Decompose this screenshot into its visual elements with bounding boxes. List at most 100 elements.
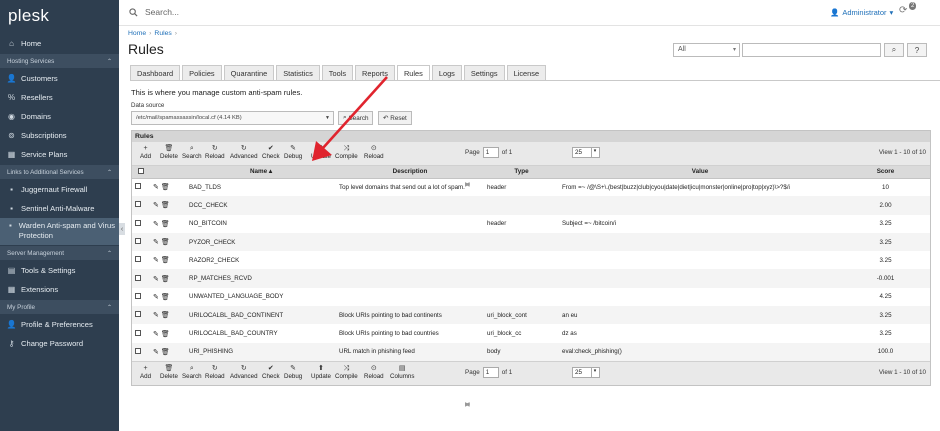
row-checkbox-cell[interactable] [132, 215, 150, 233]
rule-name[interactable]: DCC_CHECK [186, 196, 336, 215]
sidebar-section-my-profile[interactable]: My Profile ⌃ [0, 300, 119, 314]
sidebar-item-domains[interactable]: ◉ Domains [0, 107, 119, 126]
edit-icon[interactable]: ✎ [153, 294, 161, 301]
column-header-name[interactable]: Name ▴ [186, 166, 336, 179]
table-row[interactable]: ✎ 🗑 URILOCALBL_BAD_COUNTRY Block URIs poin… [132, 324, 930, 342]
datasource-search-button[interactable]: ⌕ Search [338, 111, 374, 125]
row-checkbox[interactable] [135, 292, 141, 299]
global-search-input[interactable]: Search... [145, 7, 179, 17]
row-checkbox[interactable] [135, 347, 141, 354]
toolbar-compile-button[interactable]: ⤨ Compile [335, 365, 358, 381]
toolbar-reload-button[interactable]: ⊙ Reload [364, 365, 384, 381]
trash-icon[interactable]: 🗑 [161, 239, 170, 246]
sidebar-item-profile-preferences[interactable]: 👤 Profile & Preferences [0, 315, 119, 334]
last-page-icon[interactable]: ⇥ [465, 181, 584, 188]
table-row[interactable]: ✎ 🗑 DCC_CHECK 2.00 [132, 196, 930, 215]
toolbar-check-button[interactable]: ✔ Check [262, 365, 280, 381]
sidebar-item-change-password[interactable]: ⚷ Change Password [0, 334, 119, 353]
tab-logs[interactable]: Logs [431, 65, 462, 80]
row-checkbox-cell[interactable] [132, 324, 150, 342]
sidebar-section-hosting-services[interactable]: Hosting Services ⌃ [0, 54, 119, 68]
row-checkbox-cell[interactable] [132, 196, 150, 215]
column-header-description[interactable]: Description [336, 166, 484, 179]
tab-rules[interactable]: Rules [396, 65, 430, 81]
page-size-select[interactable]: 25 ▾ [572, 366, 600, 378]
tab-license[interactable]: License [506, 65, 547, 80]
table-row[interactable]: ✎ 🗑 URILOCALBL_BAD_CONTINENT Block URIs po… [132, 306, 930, 325]
last-page-icon[interactable]: ⇥ [465, 401, 584, 408]
edit-icon[interactable]: ✎ [153, 202, 161, 209]
table-row[interactable]: ✎ 🗑 URI_PHISHING URL match in phishing fee… [132, 342, 930, 361]
toolbar-reload-button[interactable]: ↻ Reload [205, 365, 225, 381]
toolbar-delete-button[interactable]: 🗑 Delete [160, 145, 178, 161]
toolbar-add-button[interactable]: + Add [140, 145, 151, 161]
filter-search-button[interactable]: ⌕ [884, 43, 904, 57]
edit-icon[interactable]: ✎ [153, 239, 161, 246]
row-checkbox-cell[interactable] [132, 178, 150, 196]
toolbar-reload-button[interactable]: ↻ Reload [205, 145, 225, 161]
rule-name[interactable]: NO_BITCOIN [186, 215, 336, 233]
tab-tools[interactable]: Tools [321, 65, 354, 80]
table-row[interactable]: ✎ 🗑 RAZOR2_CHECK 3.25 [132, 251, 930, 269]
column-header-score[interactable]: Score [841, 166, 930, 179]
table-row[interactable]: ✎ 🗑 RP_MATCHES_RCVD -0.001 [132, 269, 930, 288]
row-checkbox[interactable] [135, 219, 141, 226]
row-checkbox[interactable] [135, 238, 141, 245]
row-checkbox-cell[interactable] [132, 306, 150, 325]
row-checkbox-cell[interactable] [132, 269, 150, 288]
toolbar-columns-button[interactable]: ▤ Columns [390, 365, 414, 381]
rule-name[interactable]: BAD_TLDS [186, 178, 336, 196]
sidebar-item-juggernaut-firewall[interactable]: ▪ Juggernaut Firewall [0, 180, 119, 199]
sidebar-collapse-button[interactable]: ‹ [119, 223, 125, 235]
toolbar-debug-button[interactable]: ✎ Debug [284, 145, 302, 161]
tab-dashboard[interactable]: Dashboard [130, 65, 181, 80]
toolbar-reload-button[interactable]: ⊙ Reload [364, 145, 384, 161]
notifications-icon[interactable]: ⟳ [899, 5, 907, 16]
row-checkbox-cell[interactable] [132, 342, 150, 361]
tab-statistics[interactable]: Statistics [276, 65, 320, 80]
breadcrumb-rules[interactable]: Rules [154, 30, 171, 37]
sidebar-item-home[interactable]: ⌂ Home [0, 34, 119, 53]
user-menu[interactable]: 👤 Administrator ▾ [830, 8, 893, 17]
column-header-value[interactable]: Value [559, 166, 841, 179]
sidebar-item-subscriptions[interactable]: ⊚ Subscriptions [0, 126, 119, 145]
table-row[interactable]: ✎ 🗑 UNWANTED_LANGUAGE_BODY 4.25 [132, 288, 930, 306]
table-row[interactable]: ✎ 🗑 NO_BITCOIN header Subject =~ /bitcoin/i… [132, 215, 930, 233]
sidebar-item-warden-anti-spam-and-virus-protection[interactable]: ▪ Warden Anti-spam and Virus Protection [0, 218, 119, 245]
page-number-input[interactable]: 1 [482, 366, 499, 378]
trash-icon[interactable]: 🗑 [161, 221, 170, 228]
rule-name[interactable]: URI_PHISHING [186, 342, 336, 361]
sidebar-item-customers[interactable]: 👤 Customers [0, 69, 119, 88]
tab-reports[interactable]: Reports [355, 65, 395, 80]
trash-icon[interactable]: 🗑 [161, 294, 170, 301]
tab-quarantine[interactable]: Quarantine [223, 65, 275, 80]
toolbar-debug-button[interactable]: ✎ Debug [284, 365, 302, 381]
toolbar-search-button[interactable]: ⌕ Search [182, 365, 202, 381]
toolbar-compile-button[interactable]: ⤨ Compile [335, 145, 358, 161]
select-all-checkbox[interactable] [138, 167, 144, 174]
row-checkbox[interactable] [135, 256, 141, 263]
breadcrumb-home[interactable]: Home [128, 30, 146, 37]
toolbar-add-button[interactable]: + Add [140, 365, 151, 381]
row-checkbox-cell[interactable] [132, 251, 150, 269]
trash-icon[interactable]: 🗑 [161, 257, 170, 264]
edit-icon[interactable]: ✎ [153, 349, 161, 356]
sidebar-item-service-plans[interactable]: ▦ Service Plans [0, 145, 119, 164]
sidebar-section-server-management[interactable]: Server Management ⌃ [0, 246, 119, 260]
rule-name[interactable]: URILOCALBL_BAD_CONTINENT [186, 306, 336, 325]
toolbar-check-button[interactable]: ✔ Check [262, 145, 280, 161]
rule-name[interactable]: PYZOR_CHECK [186, 232, 336, 252]
row-checkbox-cell[interactable] [132, 232, 150, 252]
reset-button[interactable]: ↶ Reset [378, 111, 412, 125]
select-all-checkbox-cell[interactable] [132, 166, 150, 179]
page-size-select[interactable]: 25 ▾ [572, 147, 600, 158]
filter-select[interactable]: All ▾ [673, 43, 740, 57]
help-button[interactable]: ? [907, 43, 927, 57]
rule-name[interactable]: URILOCALBL_BAD_COUNTRY [186, 324, 336, 342]
toolbar-update-button[interactable]: ⬆ Update [311, 145, 331, 161]
page-number-input[interactable]: 1 [482, 147, 499, 158]
row-checkbox[interactable] [135, 201, 141, 208]
sidebar-item-tools-settings[interactable]: ▤ Tools & Settings [0, 261, 119, 280]
row-checkbox-cell[interactable] [132, 288, 150, 306]
trash-icon[interactable]: 🗑 [161, 312, 170, 319]
